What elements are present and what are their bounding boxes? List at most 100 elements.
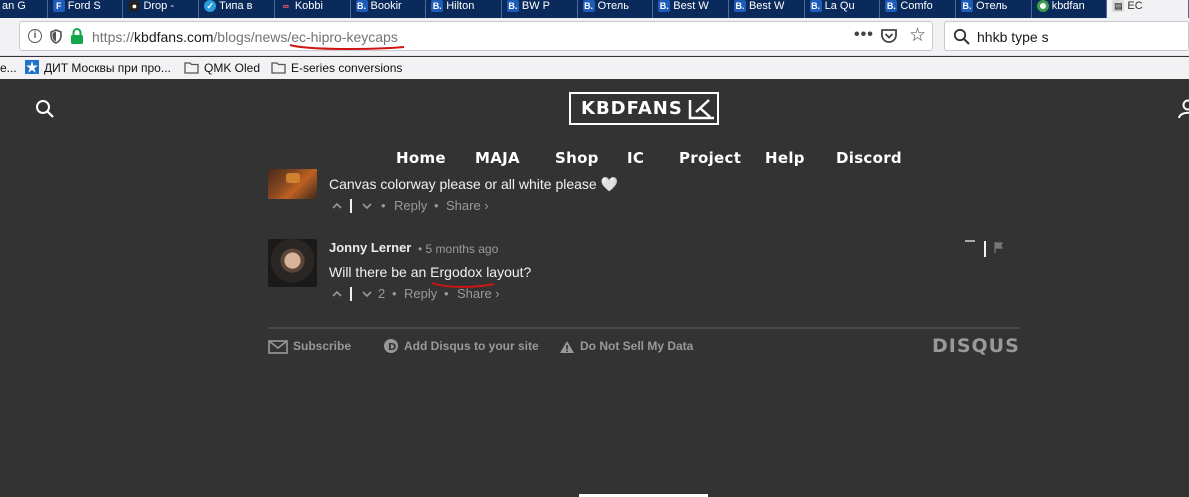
url-domain: kbdfans.com — [134, 29, 214, 45]
bookmark-folder[interactable]: QMK Oled — [184, 60, 260, 76]
tab-title: Best W — [748, 0, 785, 12]
tab-favicon-icon: B. — [961, 0, 973, 12]
tab-title: La Qu — [824, 0, 855, 12]
bookmark-item[interactable]: e... — [0, 60, 17, 76]
menu-home[interactable]: Home — [396, 149, 446, 167]
logo-mark-icon — [688, 98, 714, 119]
tab-favicon-icon: B. — [582, 0, 595, 12]
tab-title: Best W — [673, 0, 709, 12]
do-not-sell-link[interactable]: Do Not Sell My Data — [559, 337, 693, 355]
tab-title: kbdfan — [1051, 0, 1085, 12]
tracking-shield-icon[interactable] — [50, 29, 62, 44]
browser-tab[interactable]: ✓ Типа в — [199, 0, 275, 18]
do-not-sell-label: Do Not Sell My Data — [580, 339, 694, 353]
reply-link[interactable]: Reply — [394, 198, 427, 214]
tab-favicon-icon: ∞ — [279, 0, 292, 12]
browser-tab[interactable]: kbdfan — [1032, 0, 1108, 18]
info-icon[interactable]: i — [28, 29, 42, 43]
browser-tab[interactable]: F Ford S — [48, 0, 124, 18]
star-logo-icon — [25, 60, 39, 74]
tab-favicon-icon: B. — [733, 0, 746, 12]
downvote-icon[interactable] — [362, 289, 372, 299]
browser-tab[interactable]: B. Best W — [729, 0, 805, 18]
menu-shop[interactable]: Shop — [555, 149, 599, 167]
avatar[interactable] — [268, 169, 317, 199]
subscribe-link[interactable]: Subscribe — [268, 337, 351, 355]
avatar[interactable] — [268, 239, 317, 287]
share-link[interactable]: Share › — [446, 198, 489, 214]
tab-strip: an G F Ford S ● Drop - ✓ Типа в ∞ Kobbi B. Bookir B… — [0, 0, 1189, 18]
browser-tab[interactable]: B. Bookir — [351, 0, 427, 18]
bookmark-star-icon[interactable]: ☆ — [909, 26, 926, 46]
menu-maja[interactable]: MAJA — [475, 149, 520, 167]
bullet: • — [381, 198, 386, 213]
vote-divider — [350, 199, 352, 213]
bullet: • — [434, 198, 439, 213]
disqus-logo-icon: D — [384, 339, 398, 353]
add-disqus-link[interactable]: D Add Disqus to your site — [383, 337, 539, 355]
bookmark-label: QMK Oled — [204, 61, 261, 75]
lock-icon[interactable] — [70, 28, 84, 45]
tab-title: an G — [2, 0, 26, 12]
bookmark-folder[interactable]: E-series conversions — [271, 60, 402, 76]
tab-title: Kobbi — [294, 0, 323, 12]
browser-tab[interactable]: B. La Qu — [805, 0, 881, 18]
comment-text: Canvas colorway please or all white plea… — [329, 176, 619, 192]
browser-tab[interactable]: B. Comfo — [880, 0, 956, 18]
tab-title: Отель — [976, 0, 1008, 12]
tab-favicon-icon: ✓ — [204, 0, 217, 12]
browser-tab[interactable]: B. Best W — [653, 0, 729, 18]
search-icon — [953, 28, 970, 45]
tab-title: Ford S — [67, 0, 101, 12]
tab-favicon-icon — [1036, 0, 1049, 12]
browser-tab[interactable]: ▤ EC — [1107, 0, 1189, 18]
tab-favicon-icon: B. — [885, 0, 898, 12]
browser-tab[interactable]: B. BW P — [502, 0, 578, 18]
downvote-icon[interactable] — [362, 201, 372, 211]
share-link[interactable]: Share › — [457, 286, 500, 302]
browser-tab[interactable]: an G — [0, 0, 48, 18]
browser-tab[interactable]: B. Отель — [578, 0, 654, 18]
account-icon[interactable] — [1178, 99, 1189, 119]
browser-tab[interactable]: ∞ Kobbi — [275, 0, 351, 18]
disqus-brand[interactable]: DISQUS — [932, 335, 1020, 357]
menu-help[interactable]: Help — [765, 149, 805, 167]
reply-link[interactable]: Reply — [404, 286, 437, 302]
pocket-icon[interactable] — [880, 28, 898, 45]
tab-favicon-icon: B. — [809, 0, 822, 12]
comment-text: Will there be an Ergodox layout? — [329, 264, 532, 280]
bookmarks-toolbar: e... ДИТ Москвы при про... QMK Oled E-se… — [0, 57, 1189, 79]
site-logo[interactable]: KBDFANS — [569, 92, 719, 125]
tab-title: Drop - — [143, 0, 174, 12]
upvote-icon[interactable] — [332, 289, 342, 299]
bullet: • — [444, 286, 449, 301]
upvote-icon[interactable] — [332, 201, 342, 211]
navigation-toolbar: i https://kbdfans.com/blogs/news/ec-hipr… — [0, 18, 1189, 56]
search-input[interactable]: hhkb type s — [977, 29, 1049, 45]
menu-discord[interactable]: Discord — [836, 149, 902, 167]
tab-title: BW P — [521, 0, 550, 12]
menu-project[interactable]: Project — [679, 149, 741, 167]
page-actions-menu-icon[interactable]: ••• — [854, 26, 874, 44]
browser-tab[interactable]: B. Hilton — [426, 0, 502, 18]
browser-tab[interactable]: ● Drop - — [123, 0, 200, 18]
main-menu: Home MAJA Shop IC Project Help Discord — [0, 149, 1189, 169]
web-page: KBDFANS Home MAJA Shop IC Project Help D… — [0, 79, 1189, 497]
tab-title: Comfo — [900, 0, 933, 12]
tab-title: EC — [1127, 0, 1143, 12]
collapse-icon[interactable] — [965, 240, 975, 242]
folder-icon — [271, 62, 286, 74]
comment-timestamp[interactable]: • 5 months ago — [418, 241, 498, 257]
search-bar[interactable]: hhkb type s — [944, 21, 1189, 51]
address-bar[interactable]: i https://kbdfans.com/blogs/news/ec-hipr… — [19, 21, 933, 51]
flag-icon[interactable] — [994, 242, 1003, 253]
comment-author[interactable]: Jonny Lerner — [329, 240, 411, 256]
svg-text:D: D — [388, 342, 396, 353]
browser-tab[interactable]: B. Отель — [956, 0, 1032, 18]
disqus-footer: Subscribe D Add Disqus to your site Do No… — [268, 335, 1020, 359]
menu-ic[interactable]: IC — [627, 149, 644, 167]
folder-icon — [184, 62, 199, 74]
search-icon[interactable] — [35, 99, 55, 119]
vote-count: 2 — [378, 286, 386, 301]
bookmark-item[interactable]: ДИТ Москвы при про... — [25, 60, 171, 76]
